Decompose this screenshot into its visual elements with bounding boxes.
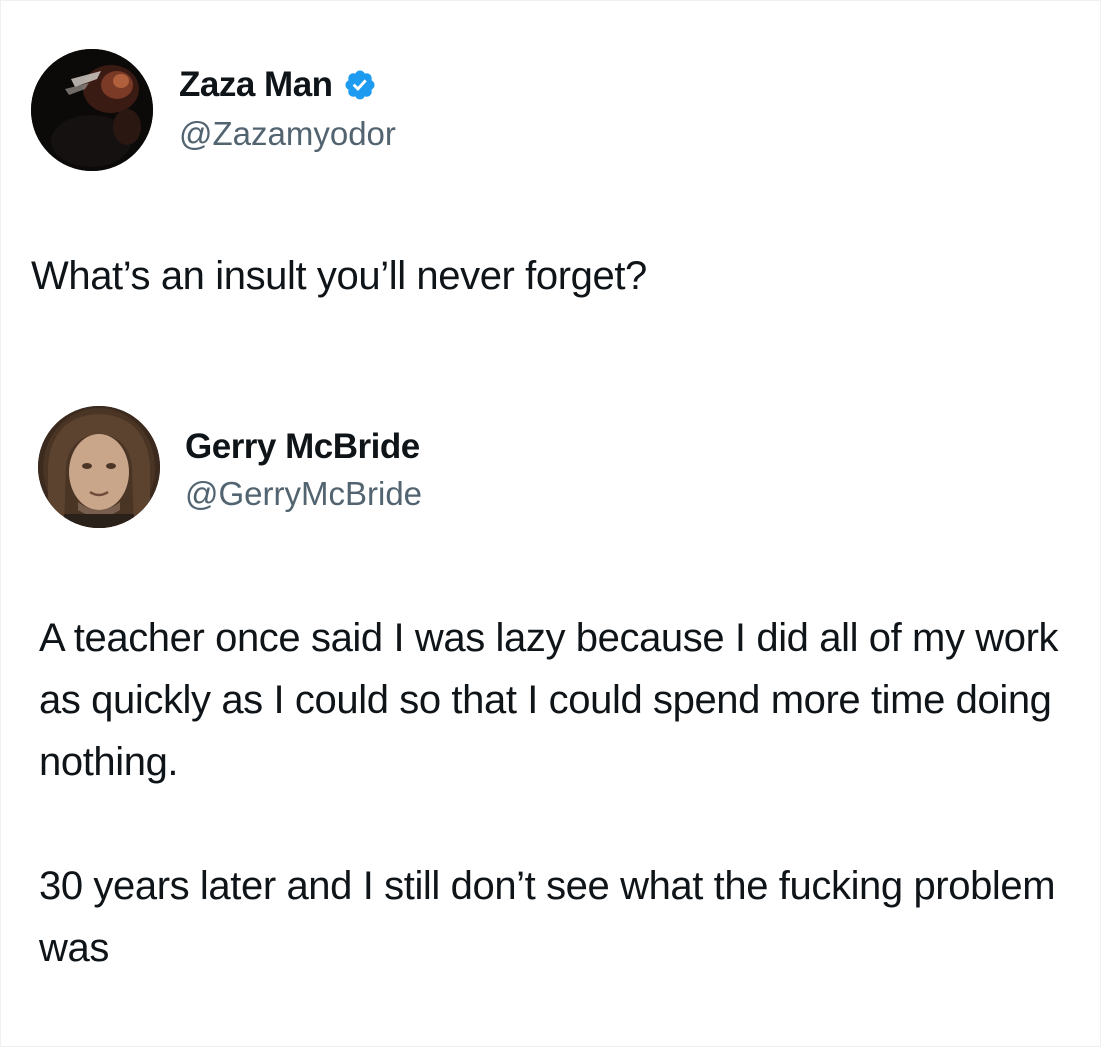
display-name[interactable]: Zaza Man [179,63,333,107]
tweet-paragraph: A teacher once said I was lazy because I… [39,616,1059,784]
avatar[interactable] [31,49,153,171]
display-name[interactable]: Gerry McBride [185,425,420,469]
author-name-row: Zaza Man [179,63,377,107]
avatar[interactable] [38,406,160,528]
tweet-paragraph: 30 years later and I still don’t see wha… [39,864,1056,970]
author-name-row: Gerry McBride [185,425,420,469]
avatar-image [31,49,153,171]
tweet-text: A teacher once said I was lazy because I… [39,607,1079,979]
author-handle[interactable]: @Zazamyodor [179,113,396,155]
screenshot-frame: Zaza Man @Zazamyodor What’s an insult yo… [0,0,1101,1047]
tweet-text: What’s an insult you’ll never forget? [31,254,647,298]
avatar-image [38,406,160,528]
author-handle[interactable]: @GerryMcBride [185,473,422,515]
verified-badge-icon [343,68,377,102]
